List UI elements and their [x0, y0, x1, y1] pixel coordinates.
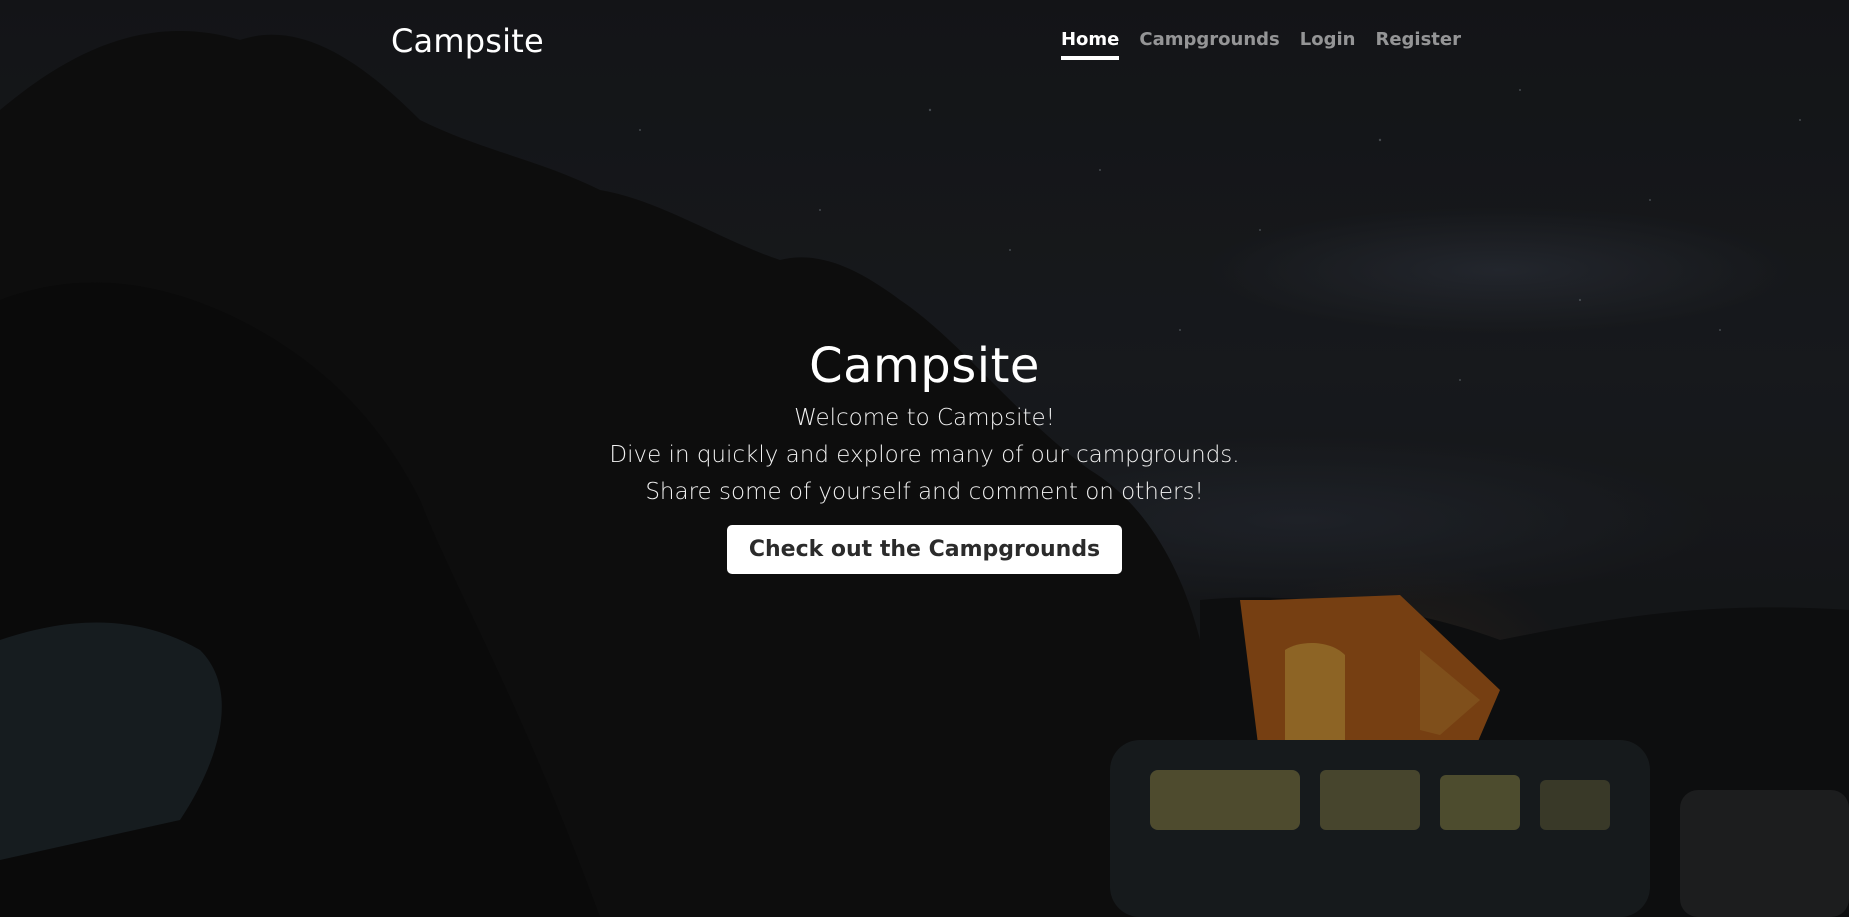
- view-campgrounds-button[interactable]: Check out the Campgrounds: [726, 525, 1123, 574]
- nav-links: Home Campgrounds Login Register: [1060, 29, 1461, 60]
- nav-link-login[interactable]: Login: [1300, 29, 1356, 60]
- nav-link-home[interactable]: Home: [1060, 29, 1120, 60]
- hero-explore-text: Dive in quickly and explore many of our …: [609, 442, 1240, 468]
- hero-share-text: Share some of yourself and comment on ot…: [645, 479, 1204, 505]
- hero-title: Campsite: [809, 338, 1040, 394]
- brand-logo[interactable]: Campsite: [391, 22, 544, 60]
- nav-link-campgrounds[interactable]: Campgrounds: [1139, 29, 1279, 60]
- top-navbar: Campsite Home Campgrounds Login Register: [0, 0, 1849, 80]
- hero-welcome-text: Welcome to Campsite!: [794, 405, 1055, 431]
- nav-link-register[interactable]: Register: [1375, 29, 1461, 60]
- landing-page: Campsite Home Campgrounds Login Register…: [0, 0, 1849, 917]
- hero-section: Campsite Welcome to Campsite! Dive in qu…: [0, 338, 1849, 574]
